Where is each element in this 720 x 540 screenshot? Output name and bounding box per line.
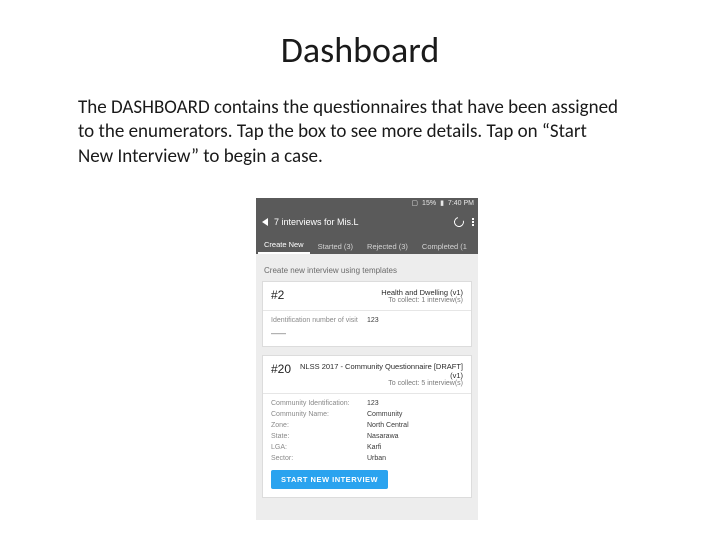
card-divider (263, 310, 471, 311)
sync-icon[interactable] (452, 215, 466, 229)
tab-create-new[interactable]: Create New (258, 236, 310, 254)
card-row: Identification number of visit 123 (271, 317, 463, 324)
card-number: #20 (271, 362, 291, 376)
tab-rejected[interactable]: Rejected (3) (361, 238, 414, 254)
row-value: Karfi (367, 444, 381, 451)
row-key: Community Name: (271, 411, 367, 418)
card-number: #2 (271, 288, 284, 302)
slide: Dashboard The DASHBOARD contains the que… (0, 0, 720, 540)
tab-bar: Create New Started (3) Rejected (3) Comp… (256, 234, 478, 254)
row-key: State: (271, 433, 367, 440)
row-value: Nasarawa (367, 433, 399, 440)
card-title: NLSS 2017 - Community Questionnaire [DRA… (291, 362, 463, 380)
card-row: Sector:Urban (271, 455, 463, 462)
phone-statusbar: ▢ 15% ▮ 7:40 PM (256, 198, 478, 210)
appbar-title: 7 interviews for Mis.L (274, 217, 359, 227)
card-row: Community Name:Community (271, 411, 463, 418)
row-key: Identification number of visit (271, 317, 367, 324)
card-subtitle: To collect: 1 interview(s) (381, 297, 463, 304)
row-key: Zone: (271, 422, 367, 429)
card-more: ––– (271, 328, 463, 338)
body-caps: DASHBOARD (111, 96, 210, 119)
row-key: Community Identification: (271, 400, 367, 407)
card-row: Zone:North Central (271, 422, 463, 429)
body-pre: The (78, 96, 111, 119)
card-row: LGA:Karfi (271, 444, 463, 451)
signal-icon: ▮ (440, 198, 444, 210)
row-key: LGA: (271, 444, 367, 451)
row-value: 123 (367, 317, 379, 324)
back-icon[interactable] (262, 218, 268, 226)
template-card-2[interactable]: #2 Health and Dwelling (v1) To collect: … (262, 281, 472, 347)
card-row: Community Identification:123 (271, 400, 463, 407)
tab-started[interactable]: Started (3) (312, 238, 359, 254)
card-row: State:Nasarawa (271, 433, 463, 440)
phone-screenshot: ▢ 15% ▮ 7:40 PM 7 interviews for Mis.L C… (256, 198, 478, 520)
battery-icon: ▢ (411, 198, 418, 210)
start-new-interview-button[interactable]: START NEW INTERVIEW (271, 470, 388, 489)
battery-pct: 15% (422, 198, 436, 210)
row-key: Sector: (271, 455, 367, 462)
template-card-20[interactable]: #20 NLSS 2017 - Community Questionnaire … (262, 355, 472, 498)
slide-body-text: The DASHBOARD contains the questionnaire… (78, 96, 618, 169)
card-title: Health and Dwelling (v1) (381, 288, 463, 297)
row-value: Urban (367, 455, 386, 462)
overflow-menu-icon[interactable] (472, 218, 474, 226)
tab-completed[interactable]: Completed (1 (416, 238, 473, 254)
status-time: 7:40 PM (448, 198, 474, 210)
section-label: Create new interview using templates (264, 266, 472, 275)
slide-title: Dashboard (0, 28, 720, 72)
row-value: Community (367, 411, 402, 418)
card-divider (263, 393, 471, 394)
row-value: North Central (367, 422, 409, 429)
page-body: Create new interview using templates #2 … (256, 254, 478, 520)
app-bar: 7 interviews for Mis.L (256, 210, 478, 234)
row-value: 123 (367, 400, 379, 407)
card-subtitle: To collect: 5 interview(s) (291, 380, 463, 387)
